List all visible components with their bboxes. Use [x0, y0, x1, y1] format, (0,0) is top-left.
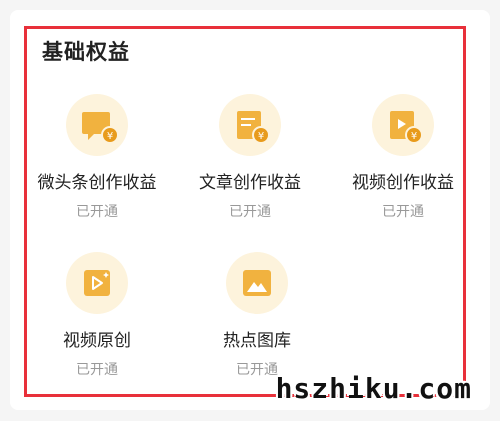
benefit-label: 热点图库 — [223, 331, 291, 351]
benefit-label: 文章创作收益 — [199, 173, 301, 193]
benefit-image-gallery[interactable]: 热点图库 已开通 — [177, 252, 337, 379]
section-title: 基础权益 — [42, 40, 130, 64]
benefit-video[interactable]: ¥ 视频创作收益 已开通 — [323, 94, 483, 221]
image-gallery-icon — [226, 252, 288, 314]
svg-text:¥: ¥ — [107, 131, 113, 142]
benefit-status: 已开通 — [382, 204, 424, 220]
video-yuan-icon: ¥ — [372, 94, 434, 156]
benefit-label: 微头条创作收益 — [37, 173, 157, 193]
benefit-article[interactable]: ¥ 文章创作收益 已开通 — [170, 94, 330, 221]
benefit-status: 已开通 — [229, 204, 271, 220]
svg-text:¥: ¥ — [258, 131, 264, 142]
benefit-video-original[interactable]: 视频原创 已开通 — [17, 252, 177, 379]
benefit-micro-headline[interactable]: ¥ 微头条创作收益 已开通 — [17, 94, 177, 221]
benefit-status: 已开通 — [76, 204, 118, 220]
benefit-status: 已开通 — [76, 362, 118, 378]
video-original-icon — [66, 252, 128, 314]
benefit-label: 视频创作收益 — [352, 173, 454, 193]
svg-text:¥: ¥ — [411, 131, 417, 142]
article-yuan-icon: ¥ — [219, 94, 281, 156]
micro-headline-yuan-icon: ¥ — [66, 94, 128, 156]
benefit-label: 视频原创 — [63, 331, 131, 351]
watermark-text: hszhiku.com — [275, 372, 472, 405]
